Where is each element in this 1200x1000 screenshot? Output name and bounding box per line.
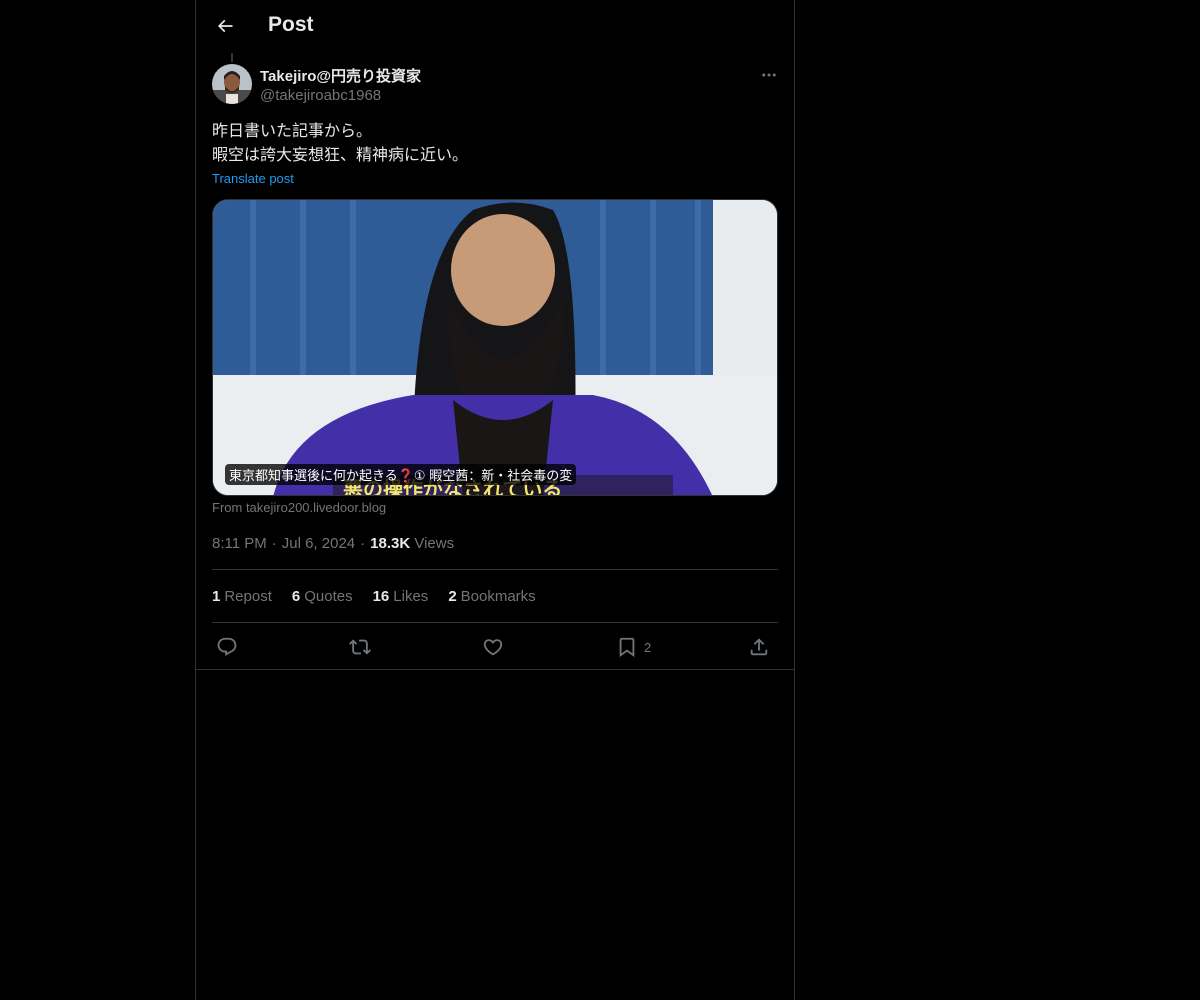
header: Post [196,0,794,53]
author-name[interactable]: Takejiro@円売り投資家 [260,65,421,86]
author-handle[interactable]: @takejiroabc1968 [260,87,381,104]
divider [212,569,778,570]
back-button[interactable] [208,9,242,43]
repost-icon [349,639,371,655]
post-time[interactable]: 8:11 PM [212,535,267,552]
bookmark-icon [619,637,635,658]
translate-post-link[interactable]: Translate post [212,171,294,186]
action-bar: 2 [212,633,778,661]
divider [196,669,794,670]
like-button[interactable] [482,633,504,661]
likes-stat[interactable]: 16 Likes [373,588,429,605]
reposts-count: 1 [212,588,221,605]
quotes-stat[interactable]: 6 Quotes [292,588,353,605]
likes-label: Likes [393,588,429,605]
media-image: 悪の操作がなされている [213,200,777,495]
reply-icon [217,637,237,656]
bookmarks-stat[interactable]: 2 Bookmarks [448,588,535,605]
divider [212,622,778,623]
post-text: 昨日書いた記事から。 暇空は誇大妄想狂、精神病に近い。 [212,120,778,168]
quotes-count: 6 [291,588,301,605]
media-caption: 東京都知事選後に何か起きる❓① 暇空茜：新・社会毒の変 [225,464,577,485]
avatar[interactable] [212,64,252,104]
page-title: Post [268,13,314,36]
quotes-label: Quotes [304,588,353,605]
repost-button[interactable] [349,633,371,661]
reposts-label: Repost [224,588,272,605]
reposts-stat[interactable]: 1 Repost [212,588,272,605]
reply-button[interactable] [216,633,238,661]
back-arrow-icon [217,19,233,33]
post-media[interactable]: 悪の操作がなされている 東京都知事選後に何か起きる❓① 暇空茜：新・社会毒の変 [212,199,778,496]
share-button[interactable] [748,633,770,661]
views-count: 18.3K [370,535,411,552]
source-link[interactable]: From takejiro200.livedoor.blog [212,500,386,515]
post-line: 暇空は誇大妄想狂、精神病に近い。 [212,147,469,164]
likes-count: 16 [372,588,390,605]
thread-line [231,53,233,62]
post-line: 昨日書いた記事から。 [212,123,373,140]
views-label: Views [414,535,455,552]
bookmark-action-count: 2 [644,639,652,655]
bookmarks-label: Bookmarks [460,588,536,605]
more-icon [762,73,776,77]
post-meta: 8:11 PM · Jul 6, 2024 · 18.3K Views [212,535,455,552]
post-stats: 1 Repost 6 Quotes 16 Likes 2 Bookmarks [212,588,536,605]
like-icon [483,639,503,656]
main-column: Post Takejiro@円売り投資家 @takejiroabc1968 昨日… [195,0,795,1000]
bookmark-button[interactable]: 2 [616,633,651,661]
bookmarks-count: 2 [448,588,457,605]
more-button[interactable] [754,62,784,88]
share-icon [750,638,768,656]
post-date[interactable]: Jul 6, 2024 [282,535,355,552]
